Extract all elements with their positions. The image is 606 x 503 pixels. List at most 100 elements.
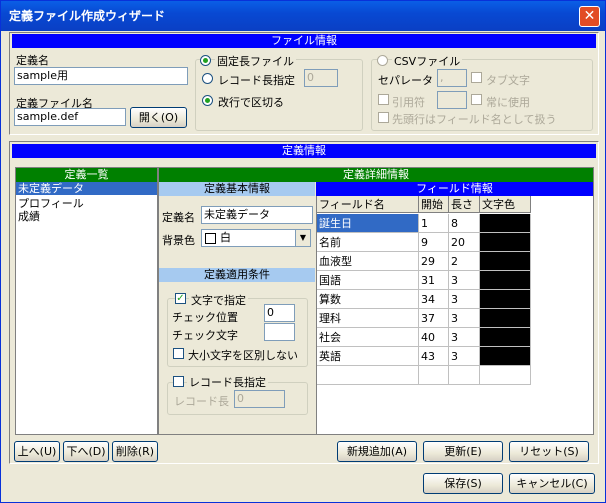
record-len-input[interactable]: 0 bbox=[234, 390, 285, 408]
length-cell[interactable]: 3 bbox=[449, 328, 480, 347]
newline-split-label: 改行で区切る bbox=[218, 96, 284, 109]
separator-label: セパレータ bbox=[378, 74, 433, 87]
bgcolor-value: 白 bbox=[220, 231, 231, 244]
wizard-window: 定義ファイル作成ウィザード ✕ ファイル情報 定義名 sample用 定義ファイ… bbox=[0, 0, 606, 503]
check-pos-label: チェック位置 bbox=[172, 311, 238, 324]
field-info-header: フィールド情報 bbox=[316, 182, 593, 196]
empty-cell[interactable] bbox=[480, 366, 531, 385]
newline-split-radio[interactable] bbox=[202, 95, 213, 106]
empty-cell[interactable] bbox=[449, 366, 480, 385]
definition-list-header: 定義一覧 bbox=[16, 168, 157, 182]
empty-cell[interactable] bbox=[419, 366, 449, 385]
start-cell[interactable]: 40 bbox=[419, 328, 449, 347]
def-name-label: 定義名 bbox=[16, 54, 49, 67]
field-name-cell[interactable]: 血液型 bbox=[317, 252, 419, 271]
text-color-cell[interactable] bbox=[480, 328, 531, 347]
down-button[interactable]: 下へ(D) bbox=[63, 441, 109, 462]
length-cell[interactable]: 3 bbox=[449, 271, 480, 290]
basic-info-header: 定義基本情報 bbox=[159, 182, 315, 196]
text-color-cell[interactable] bbox=[480, 347, 531, 366]
def-file-input[interactable]: sample.def bbox=[14, 108, 126, 126]
check-pos-input[interactable]: 0 bbox=[264, 304, 295, 322]
first-row-checkbox[interactable] bbox=[378, 112, 389, 123]
col-header-start[interactable]: 開始 bbox=[419, 196, 449, 213]
text-color-cell[interactable] bbox=[480, 233, 531, 252]
detail-header: 定義詳細情報 bbox=[159, 168, 593, 182]
field-name-cell[interactable]: 社会 bbox=[317, 328, 419, 347]
always-use-label: 常に使用 bbox=[486, 96, 530, 109]
length-cell[interactable]: 8 bbox=[449, 214, 480, 233]
field-name-cell[interactable]: 国語 bbox=[317, 271, 419, 290]
start-cell[interactable]: 1 bbox=[419, 214, 449, 233]
empty-cell[interactable] bbox=[317, 366, 419, 385]
def-name-input[interactable]: sample用 bbox=[14, 67, 188, 85]
record-len-spec-label: レコード長指定 bbox=[187, 374, 268, 390]
field-name-cell[interactable]: 算数 bbox=[317, 290, 419, 309]
length-cell[interactable]: 3 bbox=[449, 347, 480, 366]
check-char-label: チェック文字 bbox=[172, 329, 238, 342]
name-label: 定義名 bbox=[162, 211, 195, 224]
first-row-label: 先頭行はフィールド名として扱う bbox=[392, 113, 557, 126]
name-input[interactable]: 未定義データ bbox=[201, 206, 313, 224]
bgcolor-label: 背景色 bbox=[162, 234, 195, 247]
csv-radio[interactable] bbox=[377, 55, 388, 66]
text-color-cell[interactable] bbox=[480, 309, 531, 328]
record-length-input[interactable]: 0 bbox=[304, 69, 338, 87]
length-cell[interactable]: 3 bbox=[449, 290, 480, 309]
start-cell[interactable]: 34 bbox=[419, 290, 449, 309]
save-button[interactable]: 保存(S) bbox=[423, 473, 503, 494]
text-spec-checkbox[interactable]: ✓ bbox=[175, 293, 186, 304]
field-name-cell[interactable]: 英語 bbox=[317, 347, 419, 366]
start-cell[interactable]: 37 bbox=[419, 309, 449, 328]
text-color-cell[interactable] bbox=[480, 290, 531, 309]
field-name-cell[interactable]: 誕生日 bbox=[317, 214, 419, 233]
text-color-cell[interactable] bbox=[480, 252, 531, 271]
up-button[interactable]: 上へ(U) bbox=[14, 441, 60, 462]
text-color-cell[interactable] bbox=[480, 214, 531, 233]
start-cell[interactable]: 9 bbox=[419, 233, 449, 252]
chevron-down-icon[interactable]: ▼ bbox=[295, 230, 310, 246]
delete-button[interactable]: 削除(R) bbox=[112, 441, 158, 462]
update-button[interactable]: 更新(E) bbox=[423, 441, 503, 462]
col-header-field-name[interactable]: フィールド名 bbox=[317, 196, 419, 213]
quote-checkbox[interactable] bbox=[378, 94, 389, 105]
add-new-button[interactable]: 新規追加(A) bbox=[337, 441, 417, 462]
separator-input[interactable]: , bbox=[437, 69, 467, 87]
bgcolor-select[interactable]: 白 ▼ bbox=[201, 229, 311, 247]
file-info-header: ファイル情報 bbox=[12, 34, 596, 48]
quote-input[interactable] bbox=[437, 91, 467, 109]
definition-list-item-selected[interactable]: 未定義データ bbox=[16, 182, 157, 195]
always-use-checkbox[interactable] bbox=[471, 94, 482, 105]
cancel-button[interactable]: キャンセル(C) bbox=[509, 473, 595, 494]
col-header-length[interactable]: 長さ bbox=[449, 196, 480, 213]
field-name-cell[interactable]: 理科 bbox=[317, 309, 419, 328]
length-cell[interactable]: 3 bbox=[449, 309, 480, 328]
fixed-length-label: 固定長ファイル bbox=[215, 53, 296, 69]
quote-label: 引用符 bbox=[392, 96, 425, 109]
text-color-cell[interactable] bbox=[480, 271, 531, 290]
start-cell[interactable]: 29 bbox=[419, 252, 449, 271]
record-len-checkbox[interactable] bbox=[173, 376, 184, 387]
open-button[interactable]: 開く(O) bbox=[130, 107, 187, 128]
window-title: 定義ファイル作成ウィザード bbox=[9, 9, 166, 23]
record-length-radio[interactable] bbox=[202, 73, 213, 84]
definition-header: 定義情報 bbox=[12, 144, 596, 158]
tab-char-checkbox[interactable] bbox=[471, 72, 482, 83]
length-cell[interactable]: 2 bbox=[449, 252, 480, 271]
case-sensitive-label: 大小文字を区別しない bbox=[188, 349, 298, 362]
condition-header: 定義適用条件 bbox=[159, 268, 315, 282]
col-header-text-color[interactable]: 文字色 bbox=[480, 196, 531, 213]
close-button[interactable]: ✕ bbox=[579, 6, 600, 27]
tab-char-label: タブ文字 bbox=[486, 74, 530, 87]
length-cell[interactable]: 20 bbox=[449, 233, 480, 252]
reset-button[interactable]: リセット(S) bbox=[509, 441, 589, 462]
field-name-cell[interactable]: 名前 bbox=[317, 233, 419, 252]
white-swatch-icon bbox=[205, 232, 216, 244]
csv-label: CSVファイル bbox=[392, 53, 463, 69]
start-cell[interactable]: 31 bbox=[419, 271, 449, 290]
case-sensitive-checkbox[interactable] bbox=[173, 348, 184, 359]
check-char-input[interactable] bbox=[264, 323, 295, 341]
fixed-length-radio[interactable] bbox=[200, 55, 211, 66]
start-cell[interactable]: 43 bbox=[419, 347, 449, 366]
definition-list-item[interactable]: 成績 bbox=[18, 208, 40, 224]
